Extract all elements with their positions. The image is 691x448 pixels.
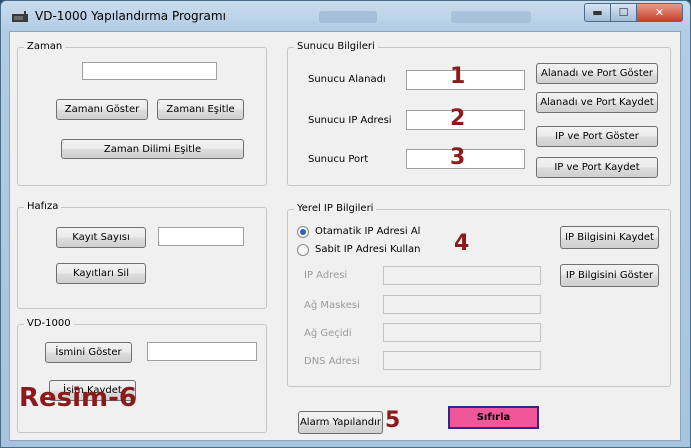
hafiza-group: Hafıza Kayıt Sayısı Kayıtları Sil <box>17 201 267 309</box>
vd1000-group: VD-1000 İsmini Göster İsim Kaydet <box>17 318 267 433</box>
show-name-button[interactable]: İsmini Göster <box>45 342 132 363</box>
title-bar[interactable]: VD-1000 Yapılandırma Programı ▬ ☐ ✕ <box>1 1 690 31</box>
close-icon[interactable]: ✕ <box>636 3 683 22</box>
maximize-icon[interactable]: ☐ <box>610 3 637 22</box>
alarm-config-button[interactable]: Alarm Yapılandır <box>298 411 383 434</box>
show-time-button[interactable]: Zamanı Göster <box>56 99 148 120</box>
annotation-4: 4 <box>454 231 470 256</box>
radio-auto-ip[interactable] <box>297 226 309 238</box>
gateway-field[interactable] <box>383 323 541 342</box>
save-domain-port-button[interactable]: Alanadı ve Port Kaydet <box>536 92 658 113</box>
figure-caption: Resim-6 <box>19 383 138 413</box>
device-name-field[interactable] <box>147 342 257 361</box>
client-area: Zaman Zamanı Göster Zamanı Eşitle Zaman … <box>9 31 681 441</box>
window-title: VD-1000 Yapılandırma Programı <box>35 9 226 23</box>
sunucu-group: Sunucu Bilgileri Sunucu Alanadı Sunucu I… <box>287 41 671 186</box>
app-icon <box>12 11 28 22</box>
show-ip-info-button[interactable]: IP Bilgisini Göster <box>560 264 659 287</box>
time-display-field[interactable] <box>82 62 217 80</box>
radio-static-ip[interactable] <box>297 244 309 256</box>
save-ip-port-button[interactable]: IP ve Port Kaydet <box>536 157 658 178</box>
title-bar-blur <box>319 11 377 23</box>
yerel-ip-legend: Yerel IP Bilgileri <box>294 203 377 215</box>
server-domain-label: Sunucu Alanadı <box>308 74 386 85</box>
minimize-icon[interactable]: ▬ <box>584 3 611 22</box>
server-ip-label: Sunucu IP Adresi <box>308 115 392 126</box>
server-port-field[interactable] <box>406 149 525 169</box>
radio-auto-ip-label[interactable]: Otamatik IP Adresi Al <box>315 226 420 237</box>
record-count-button[interactable]: Kayıt Sayısı <box>56 227 146 248</box>
zaman-legend: Zaman <box>24 41 66 53</box>
sync-time-button[interactable]: Zamanı Eşitle <box>157 99 244 120</box>
annotation-3: 3 <box>450 145 466 170</box>
ip-address-label: IP Adresi <box>304 270 348 281</box>
subnet-mask-label: Ağ Maskesi <box>304 300 360 311</box>
server-ip-field[interactable] <box>406 110 525 130</box>
vd1000-legend: VD-1000 <box>24 318 74 330</box>
dns-address-field[interactable] <box>383 351 541 370</box>
annotation-1: 1 <box>450 64 466 89</box>
annotation-5: 5 <box>385 408 401 433</box>
gateway-label: Ağ Geçidi <box>304 328 352 339</box>
show-domain-port-button[interactable]: Alanadı ve Port Göster <box>536 63 658 84</box>
title-bar-blur <box>451 11 531 23</box>
radio-static-ip-label[interactable]: Sabit IP Adresi Kullan <box>315 244 421 255</box>
reset-button[interactable]: Sıfırla <box>448 406 539 429</box>
save-ip-info-button[interactable]: IP Bilgisini Kaydet <box>560 226 659 249</box>
annotation-2: 2 <box>450 106 466 131</box>
yerel-ip-group: Yerel IP Bilgileri Otamatik IP Adresi Al… <box>287 203 671 387</box>
show-ip-port-button[interactable]: IP ve Port Göster <box>536 126 658 147</box>
delete-records-button[interactable]: Kayıtları Sil <box>56 263 146 284</box>
dns-address-label: DNS Adresi <box>304 356 360 367</box>
sync-timezone-button[interactable]: Zaman Dilimi Eşitle <box>61 139 244 159</box>
record-count-field[interactable] <box>158 227 244 246</box>
server-domain-field[interactable] <box>406 70 525 90</box>
hafiza-legend: Hafıza <box>24 201 62 213</box>
ip-address-field[interactable] <box>383 266 541 285</box>
sunucu-legend: Sunucu Bilgileri <box>294 41 378 53</box>
zaman-group: Zaman Zamanı Göster Zamanı Eşitle Zaman … <box>17 41 267 186</box>
subnet-mask-field[interactable] <box>383 295 541 314</box>
server-port-label: Sunucu Port <box>308 154 369 165</box>
app-window: VD-1000 Yapılandırma Programı ▬ ☐ ✕ Zama… <box>0 0 691 448</box>
